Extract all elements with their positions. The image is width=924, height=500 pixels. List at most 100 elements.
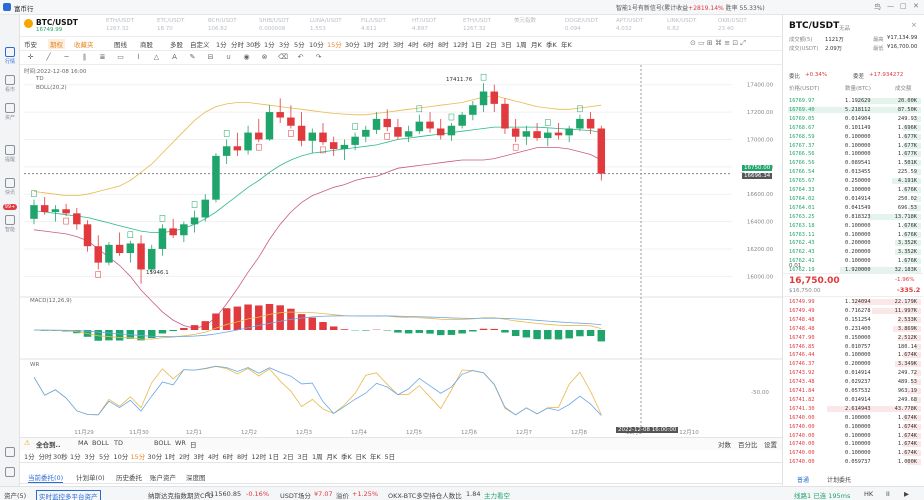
ticker-item[interactable]: HT/USDT 4.897 — [412, 17, 460, 35]
play-button[interactable]: ▶ — [904, 490, 909, 498]
drag-handle-icon[interactable]: ⚠ — [24, 439, 30, 447]
orderbook-row[interactable]: 16764.33 0.100000 1.676K — [783, 186, 921, 194]
tab-history-orders[interactable]: 历史委托 — [116, 472, 142, 482]
ticker-item[interactable]: ETC/USDT 18.70 — [157, 17, 205, 35]
ticker-item[interactable]: BCH/USDT 106.82 — [208, 17, 256, 35]
sidebar-item-watch[interactable]: 看市 — [0, 75, 20, 93]
orderbook-row[interactable]: 16740.00 0.100000 1.674K — [783, 414, 921, 422]
tab-account-assets[interactable]: 账户资产 — [150, 472, 176, 482]
parallel-icon[interactable]: ∥ — [80, 53, 89, 62]
interval-tab-bottom[interactable]: 12时 — [252, 451, 267, 461]
undo-icon[interactable]: ↶ — [296, 53, 305, 62]
interval-tab-bottom[interactable]: 30分 — [148, 451, 163, 461]
ticker-item[interactable]: APT/USDT 4.032 — [616, 17, 664, 35]
ticker-item[interactable]: LUNA/USDT 1.553 — [310, 17, 358, 35]
view-settings-icons[interactable]: ⊙ ▭ ⊞ ⌘ ≡ ⊡ ⤢ — [690, 39, 746, 48]
orderbook-row[interactable]: 16749.49 0.716278 11.997K — [783, 307, 921, 315]
indicator-day[interactable]: 日 — [190, 439, 197, 449]
orderbook-row[interactable]: 16743.48 0.029237 489.53 — [783, 378, 921, 386]
interval-tab-bottom[interactable]: 年K — [370, 451, 381, 461]
tab-stocks[interactable]: 商股 — [140, 39, 153, 49]
interval-tab-bottom[interactable]: 3时 — [194, 451, 205, 461]
interval-tab[interactable]: 分时 — [231, 39, 244, 49]
brush-icon[interactable]: ✎ — [188, 53, 197, 62]
close-button[interactable]: ✕ — [913, 2, 919, 10]
interval-tab[interactable]: 4时 — [408, 39, 419, 49]
tab-custom[interactable]: 自定义 — [190, 39, 210, 49]
text-icon[interactable]: A — [170, 53, 179, 62]
orderbook-row[interactable]: 16762.43 0.200000 3.352K — [783, 239, 921, 247]
interval-tab-bottom[interactable]: 4时 — [208, 451, 219, 461]
eye-toggle-icon[interactable]: ◉ — [242, 53, 251, 62]
interval-tab-bottom[interactable]: 5分 — [99, 451, 110, 461]
status-region[interactable]: HK — [864, 490, 873, 498]
interval-tab-bottom[interactable]: 月K — [327, 451, 338, 461]
orderbook-row[interactable]: 16769.05 0.014904 249.93 — [783, 115, 921, 123]
orderbook-row[interactable]: 16747.90 0.150000 2.512K — [783, 334, 921, 342]
status-monitor[interactable]: 实时监控多平台资产 — [36, 490, 101, 500]
sidebar-item-badge[interactable]: 99+ — [0, 202, 20, 210]
cursor-icon[interactable]: ✛ — [26, 53, 35, 62]
sidebar-item-bottom-2[interactable] — [0, 467, 20, 477]
orderbook-row[interactable]: 16746.85 0.010757 180.14 — [783, 343, 921, 351]
ticker-item[interactable]: 美元指数 — [514, 17, 562, 35]
interval-tab-bottom[interactable]: 1日 — [269, 451, 280, 461]
path-icon[interactable]: ⌇ — [134, 53, 143, 62]
interval-tab-bottom[interactable]: 15分 — [131, 451, 146, 461]
ticker-item[interactable]: ETH/USDT 1267.32 — [463, 17, 511, 35]
ruler-icon[interactable]: ⊟ — [206, 53, 215, 62]
interval-tab[interactable]: 30秒 — [246, 39, 261, 49]
interval-tab-bottom[interactable]: 5日 — [385, 451, 396, 461]
chart-settings-button[interactable]: 设置 — [764, 439, 777, 449]
ticker-item[interactable]: ETH/USDT 1267.32 — [106, 17, 154, 35]
orderbook-row[interactable]: 16762.41 0.100000 1.676K — [783, 257, 921, 265]
tab-chart-lines[interactable]: 图线 — [114, 39, 127, 49]
orderbook-row[interactable]: 16740.00 0.059737 1.000K — [783, 458, 921, 466]
indicator-position[interactable]: 全仓到.. — [36, 439, 60, 449]
symbol-header[interactable]: BTC/USDT 16749.99 — [24, 17, 94, 35]
interval-tab-bottom[interactable]: 8时 — [237, 451, 248, 461]
interval-tab-bottom[interactable]: 1分 — [70, 451, 81, 461]
interval-tab[interactable]: 2日 — [486, 39, 497, 49]
orderbook-row[interactable]: 16740.00 0.100000 1.674K — [783, 432, 921, 440]
orderbook-row[interactable]: 16766.56 0.100000 1.677K — [783, 150, 921, 158]
interval-tab[interactable]: 15分 — [327, 39, 342, 49]
ticker-item[interactable]: SHIB/USDT 0.000008 — [259, 17, 307, 35]
tab-depth-chart[interactable]: 深度图 — [186, 472, 206, 482]
percent-scale-toggle[interactable]: 百分比 — [738, 439, 758, 449]
orderbook-row[interactable]: 16763.18 0.100000 1.676K — [783, 222, 921, 230]
tab-open-orders[interactable]: 当前委托(0) — [28, 472, 64, 483]
interval-tab-bottom[interactable]: 2日 — [283, 451, 294, 461]
zoom-out-button[interactable]: − — [740, 169, 745, 176]
sidebar-item-smart[interactable]: 智能 — [0, 215, 20, 233]
depth-selector[interactable]: 0.01 — [789, 263, 801, 269]
orderbook-row[interactable]: 16748.48 0.151254 2.533K — [783, 316, 921, 324]
orderbook-row[interactable]: 16741.82 0.014914 249.68 — [783, 396, 921, 404]
orderbook-row[interactable]: 16740.00 0.100000 1.674K — [783, 423, 921, 431]
rect-icon[interactable]: ▭ — [116, 53, 125, 62]
orderbook-row[interactable]: 16769.97 1.192629 20.00K — [783, 97, 921, 105]
pin-button[interactable]: 鸟 — [874, 2, 881, 12]
interval-tab-bottom[interactable]: 10分 — [114, 451, 129, 461]
interval-tab[interactable]: 8时 — [438, 39, 449, 49]
rp-close-icon[interactable]: × — [911, 21, 917, 29]
interval-tab[interactable]: 30分 — [345, 39, 360, 49]
orderbook-row[interactable]: 16764.02 0.014914 250.02 — [783, 195, 921, 203]
interval-tab-bottom[interactable]: 30秒 — [53, 451, 68, 461]
ticker-item[interactable]: LINK/USDT 6.82 — [667, 17, 715, 35]
orderbook-row[interactable]: 16766.56 0.089541 1.501K — [783, 159, 921, 167]
orderbook-row[interactable]: 16746.44 0.100000 1.674K — [783, 351, 921, 359]
status-assets[interactable]: 资产(5) — [4, 490, 26, 500]
chart-area[interactable]: 17400.0017200.0017000.0016800.0016600.00… — [20, 65, 782, 437]
interval-tab-bottom[interactable]: 3日 — [298, 451, 309, 461]
pause-button[interactable]: II — [886, 490, 890, 498]
interval-tab[interactable]: 季K — [546, 39, 557, 49]
orderbook-row[interactable]: 16741.84 0.057532 963.19 — [783, 387, 921, 395]
line-icon[interactable]: ╱ — [44, 53, 53, 62]
chart-svg[interactable]: 17400.0017200.0017000.0016800.0016600.00… — [20, 65, 782, 437]
ticker-item[interactable]: OKB/USDT 23.40 — [718, 17, 766, 35]
sidebar-item-alerts[interactable]: 提醒 — [0, 145, 20, 163]
ticker-item[interactable]: DOGE/USDT 0.094 — [565, 17, 613, 35]
sidebar-item-news[interactable]: 快讯 — [0, 178, 20, 196]
interval-tab-bottom[interactable]: 日K — [356, 451, 367, 461]
